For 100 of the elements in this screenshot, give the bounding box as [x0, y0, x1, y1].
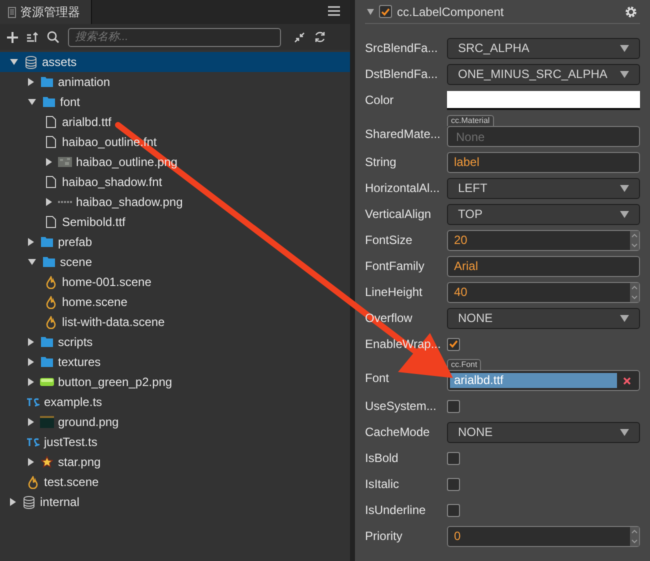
- tree-item[interactable]: test.scene: [0, 472, 350, 492]
- number-field[interactable]: 0: [447, 526, 640, 546]
- settings-icon[interactable]: [625, 6, 637, 18]
- property-label: UseSystem...: [365, 398, 438, 415]
- search-field[interactable]: 搜索名称...: [68, 28, 281, 46]
- checkbox[interactable]: [447, 504, 460, 516]
- property-label: IsUnderline: [365, 502, 427, 519]
- dropdown-arrow-icon: [620, 44, 629, 52]
- tree-item[interactable]: Semibold.ttf: [0, 212, 350, 232]
- asset-placeholder: None: [455, 128, 486, 146]
- collapsed-caret-icon[interactable]: [28, 238, 34, 246]
- checkbox[interactable]: [447, 400, 460, 412]
- checkbox[interactable]: [447, 478, 460, 490]
- collapsed-caret-icon[interactable]: [28, 418, 34, 426]
- sprite-thumbnail-icon: [58, 200, 72, 204]
- collapsed-caret-icon[interactable]: [46, 158, 52, 166]
- folder-icon: [43, 97, 55, 107]
- folder-icon: [41, 357, 53, 367]
- expanded-caret-icon[interactable]: [28, 99, 36, 105]
- flame-icon: [46, 276, 56, 288]
- search-icon[interactable]: [47, 31, 59, 43]
- dropdown-arrow-icon: [620, 210, 629, 218]
- dropdown[interactable]: NONE: [447, 308, 640, 328]
- collapsed-caret-icon[interactable]: [28, 458, 34, 466]
- collapsed-caret-icon[interactable]: [28, 358, 34, 366]
- tree-item[interactable]: justTest.ts: [0, 432, 350, 452]
- sort-icon[interactable]: [27, 32, 38, 42]
- tree-item[interactable]: font: [0, 92, 350, 112]
- tree-item[interactable]: prefab: [0, 232, 350, 252]
- asset-value: arialbd.ttf: [450, 373, 617, 388]
- flame-icon: [46, 296, 56, 308]
- clear-icon[interactable]: [623, 376, 631, 384]
- checkbox[interactable]: [447, 452, 460, 464]
- dropdown-arrow-icon: [620, 314, 629, 322]
- dropdown[interactable]: LEFT: [447, 178, 640, 198]
- property-label: Priority: [365, 528, 404, 545]
- asset-type-tag: cc.Material: [447, 115, 494, 126]
- property-label: LineHeight: [365, 284, 424, 301]
- dropdown[interactable]: SRC_ALPHA: [447, 38, 640, 58]
- text-field[interactable]: Arial: [447, 256, 640, 276]
- dropdown[interactable]: ONE_MINUS_SRC_ALPHA: [447, 64, 640, 84]
- tree-item[interactable]: list-with-data.scene: [0, 312, 350, 332]
- tree-item[interactable]: haibao_shadow.fnt: [0, 172, 350, 192]
- typescript-icon: [26, 438, 40, 446]
- property-label: CacheMode: [365, 424, 431, 441]
- refresh-icon[interactable]: [314, 31, 326, 43]
- tree-item[interactable]: example.ts: [0, 392, 350, 412]
- color-swatch[interactable]: [447, 90, 640, 110]
- tree-item[interactable]: textures: [0, 352, 350, 372]
- menu-icon[interactable]: [328, 6, 340, 16]
- stepper-icon[interactable]: [630, 282, 639, 302]
- expanded-caret-icon[interactable]: [10, 59, 18, 65]
- text-field[interactable]: label: [447, 152, 640, 172]
- folder-icon: [41, 77, 53, 87]
- ground-thumbnail-icon: [40, 416, 54, 428]
- number-field[interactable]: 20: [447, 230, 640, 250]
- tree-item[interactable]: scene: [0, 252, 350, 272]
- collapse-icon[interactable]: [294, 32, 305, 42]
- tree-item[interactable]: star.png: [0, 452, 350, 472]
- tree-item[interactable]: arialbd.ttf: [0, 112, 350, 132]
- collapsed-caret-icon[interactable]: [10, 498, 16, 506]
- checkbox[interactable]: [447, 338, 460, 350]
- typescript-icon: [26, 398, 40, 406]
- property-label: FontFamily: [365, 258, 426, 275]
- property-label: DstBlendFa...: [365, 66, 439, 83]
- stepper-icon[interactable]: [630, 230, 639, 250]
- file-icon: [46, 136, 56, 148]
- property-label: HorizontalAl...: [365, 180, 441, 197]
- collapsed-caret-icon[interactable]: [46, 198, 52, 206]
- add-icon[interactable]: [7, 32, 18, 42]
- tree-item[interactable]: home-001.scene: [0, 272, 350, 292]
- stepper-icon[interactable]: [630, 526, 639, 546]
- caret-icon[interactable]: [367, 8, 374, 14]
- property-label: Color: [365, 92, 395, 109]
- enable-checkbox[interactable]: [379, 5, 392, 18]
- tree-item[interactable]: home.scene: [0, 292, 350, 312]
- collapsed-caret-icon[interactable]: [28, 338, 34, 346]
- panel-tab[interactable]: 资源管理器: [0, 0, 92, 24]
- document-icon: [8, 6, 16, 18]
- tree-item[interactable]: internal: [0, 492, 350, 512]
- dropdown[interactable]: NONE: [447, 422, 640, 442]
- property-label: IsItalic: [365, 476, 400, 493]
- tree-item[interactable]: animation: [0, 72, 350, 92]
- tree-item[interactable]: assets: [0, 52, 350, 72]
- database-icon: [25, 56, 37, 68]
- folder-icon: [43, 257, 55, 267]
- texture-thumbnail-icon: [58, 157, 72, 167]
- tree-item[interactable]: haibao_shadow.png: [0, 192, 350, 212]
- expanded-caret-icon[interactable]: [28, 259, 36, 265]
- dropdown[interactable]: TOP: [447, 204, 640, 224]
- tree-item[interactable]: scripts: [0, 332, 350, 352]
- property-label: SharedMate...: [365, 126, 442, 143]
- file-icon: [46, 216, 56, 228]
- tree-item[interactable]: ground.png: [0, 412, 350, 432]
- collapsed-caret-icon[interactable]: [28, 378, 34, 386]
- file-icon: [46, 176, 56, 188]
- collapsed-caret-icon[interactable]: [28, 78, 34, 86]
- property-label: IsBold: [365, 450, 400, 467]
- number-field[interactable]: 40: [447, 282, 640, 302]
- tree-item[interactable]: button_green_p2.png: [0, 372, 350, 392]
